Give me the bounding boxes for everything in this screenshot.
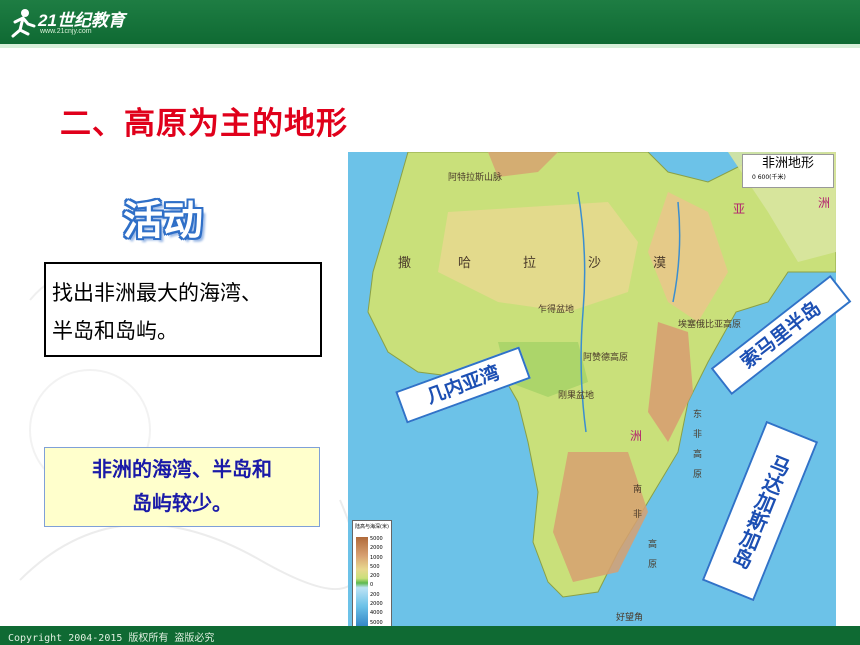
logo-url: www.21cnjy.com — [40, 28, 92, 35]
map-label-sahara-1: 撒 — [398, 256, 412, 271]
map-label-asia-1: 亚 — [733, 202, 746, 216]
legend-value: 5000 — [370, 536, 383, 542]
background-decoration — [19, 273, 350, 591]
legend-values: 5000 2000 1000 500 200 0 200 2000 4000 5… — [370, 535, 383, 628]
legend-value: 500 — [370, 563, 380, 570]
map-label-continent: 洲 — [630, 429, 643, 443]
map-legend: 陆高与海深(米) 5000 2000 1000 500 200 0 200 20… — [352, 520, 392, 634]
answer-line-1: 非洲的海湾、半岛和 — [92, 457, 272, 481]
legend-value: 2000 — [370, 601, 383, 608]
copyright-text: Copyright 2004-2015 版权所有 盗版必究 — [8, 633, 215, 644]
map-label-east-4: 原 — [693, 470, 703, 480]
task-text: 找出非洲最大的海湾、 半岛和岛屿。 — [52, 274, 332, 350]
map-label-south-3: 高 — [648, 540, 658, 550]
map-label-south-4: 原 — [648, 560, 658, 570]
activity-label: 活动 — [123, 198, 203, 244]
header-divider — [0, 44, 860, 48]
map-label-azande: 阿赞德高原 — [583, 353, 629, 363]
map-label-east-2: 非 — [693, 430, 703, 440]
map-label-congo: 刚果盆地 — [558, 391, 595, 401]
map-label-ethiopia: 埃塞俄比亚高原 — [678, 320, 742, 330]
legend-value: 0 — [370, 582, 374, 589]
legend-title: 陆高与海深(米) — [355, 524, 389, 530]
runner-icon — [11, 9, 36, 38]
map-label-south-2: 非 — [633, 510, 643, 520]
map-label-east-1: 东 — [693, 410, 703, 420]
map-label-asia-2: 洲 — [818, 196, 831, 210]
legend-value: 4000 — [370, 610, 383, 617]
map-label-sahara-5: 漠 — [653, 256, 667, 271]
map-title: 非洲地形 — [742, 154, 834, 188]
map-label-chad: 乍得盆地 — [538, 305, 575, 315]
map-label-sahara-3: 拉 — [523, 256, 537, 271]
map-scale: 0 600(千米) — [752, 174, 786, 181]
map-label-sahara-4: 沙 — [588, 256, 602, 271]
task-line-2: 半岛和岛屿。 — [52, 319, 178, 343]
answer-line-2: 岛屿较少。 — [132, 491, 232, 515]
legend-value: 200 — [370, 591, 380, 598]
map-label-south-1: 南 — [633, 485, 643, 495]
legend-color-bar — [356, 537, 368, 629]
task-line-1: 找出非洲最大的海湾、 — [52, 281, 262, 305]
map-label-east-3: 高 — [693, 450, 703, 460]
legend-value: 1000 — [370, 554, 383, 561]
answer-text: 非洲的海湾、半岛和 岛屿较少。 — [50, 452, 314, 520]
page-title: 二、高原为主的地形 — [60, 106, 348, 142]
map-label-atlas: 阿特拉斯山脉 — [448, 173, 503, 183]
site-logo[interactable]: 21世纪教育 www.21cnjy.com — [10, 4, 130, 42]
legend-value: 2000 — [370, 545, 383, 552]
map-label-sahara-2: 哈 — [458, 256, 472, 271]
map-label-cape: 好望角 — [616, 613, 644, 623]
legend-value: 200 — [370, 573, 380, 580]
